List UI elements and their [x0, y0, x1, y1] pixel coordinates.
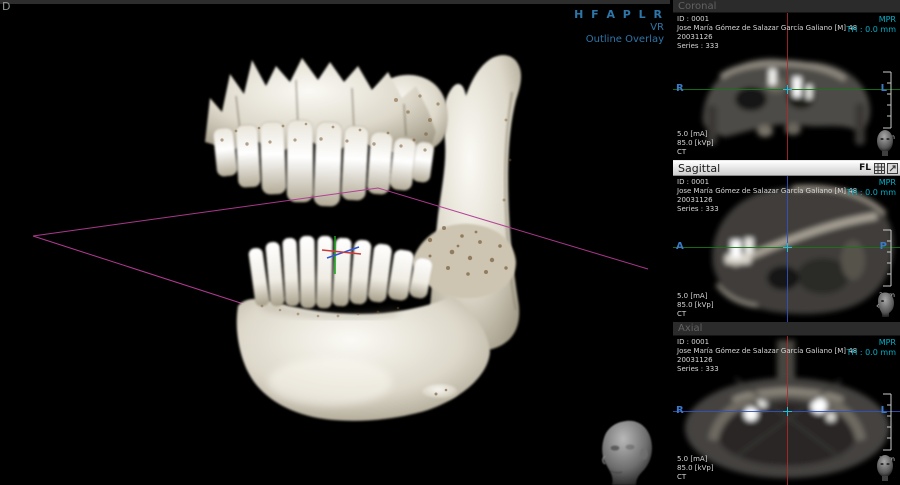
patient-info-block: ID : 0001 Jose María Gómez de Salazar Ga… — [677, 15, 857, 51]
ruler-icon — [881, 71, 895, 129]
3d-viewport[interactable]: D — [0, 0, 670, 485]
tube-voltage: 85.0 [kVp] — [677, 139, 714, 148]
render-mode-label: VR — [574, 22, 664, 33]
patient-info-block: ID : 0001 Jose María Gómez de Salazar Ga… — [677, 338, 857, 374]
slice-thickness-label: TH : 0.0 mm — [846, 188, 896, 198]
panel-title: Axial — [678, 323, 702, 334]
acquisition-info-block: 5.0 [mA] 85.0 [kVp] CT — [677, 455, 714, 482]
crosshair-center-icon[interactable] — [787, 243, 788, 252]
mpr-info-block: MPR TH : 0.0 mm — [846, 15, 896, 35]
study-date: 20031126 — [677, 356, 857, 365]
panel-axial: Axial — [673, 322, 900, 485]
patient-id: ID : 0001 — [677, 178, 857, 187]
sagittal-view[interactable]: ID : 0001 Jose María Gómez de Salazar Ga… — [673, 176, 900, 322]
outline-overlay-toggle[interactable]: Outline Overlay — [574, 34, 664, 45]
series-number: Series : 333 — [677, 365, 857, 374]
patient-name: Jose María Gómez de Salazar García Galia… — [677, 187, 857, 196]
patient-id: ID : 0001 — [677, 15, 857, 24]
expand-icon[interactable] — [887, 163, 898, 174]
panel-header-tools: FL — [858, 163, 900, 174]
orientation-marker-right: R — [676, 83, 684, 94]
mpr-mode-label: MPR — [846, 178, 896, 188]
application-window: D — [0, 0, 900, 485]
mpr-panel-column: Coronal — [673, 0, 900, 485]
panel-sagittal: Sagittal FL — [673, 160, 900, 322]
tube-voltage: 85.0 [kVp] — [677, 301, 714, 310]
acquisition-info-block: 5.0 [mA] 85.0 [kVp] CT — [677, 130, 714, 157]
modality-label: CT — [677, 473, 714, 482]
orientation-head-icon — [590, 417, 662, 485]
tube-current: 5.0 [mA] — [677, 292, 714, 301]
head-orientation-icon — [873, 128, 897, 158]
axial-view[interactable]: ID : 0001 Jose María Gómez de Salazar Ga… — [673, 336, 900, 485]
panel-title: Coronal — [678, 1, 716, 12]
coronal-view[interactable]: ID : 0001 Jose María Gómez de Salazar Ga… — [673, 13, 900, 160]
study-date: 20031126 — [677, 196, 857, 205]
slice-thickness-label: TH : 0.0 mm — [846, 25, 896, 35]
ruler-icon — [881, 229, 895, 287]
head-orientation-icon — [873, 290, 897, 320]
tube-current: 5.0 [mA] — [677, 130, 714, 139]
patient-id: ID : 0001 — [677, 338, 857, 347]
head-orientation-icon — [873, 453, 897, 483]
orientation-marker-right: R — [676, 405, 684, 416]
3d-volume-render[interactable] — [0, 0, 670, 485]
mpr-mode-label: MPR — [846, 338, 896, 348]
scale-ruler: 3 cm — [877, 229, 895, 299]
panel-header-sagittal[interactable]: Sagittal FL — [673, 160, 900, 176]
slice-thickness-label: TH : 0.0 mm — [846, 348, 896, 358]
panel-header-axial[interactable]: Axial — [673, 322, 900, 336]
acquisition-info-block: 5.0 [mA] 85.0 [kVp] CT — [677, 292, 714, 319]
modality-label: CT — [677, 148, 714, 157]
crosshair-center-icon[interactable] — [787, 85, 788, 94]
ruler-icon — [881, 393, 895, 451]
mpr-info-block: MPR TH : 0.0 mm — [846, 178, 896, 198]
panel-title: Sagittal — [678, 162, 720, 175]
viewport-overlay-labels: H F A P L R VR Outline Overlay — [574, 8, 664, 45]
crosshair-center-icon[interactable] — [787, 407, 788, 416]
panel-coronal: Coronal — [673, 0, 900, 160]
tube-current: 5.0 [mA] — [677, 455, 714, 464]
orientation-marker-anterior: A — [676, 241, 684, 252]
tube-voltage: 85.0 [kVp] — [677, 464, 714, 473]
panel-header-coronal[interactable]: Coronal — [673, 0, 900, 13]
mpr-mode-label: MPR — [846, 15, 896, 25]
patient-info-block: ID : 0001 Jose María Gómez de Salazar Ga… — [677, 178, 857, 214]
study-date: 20031126 — [677, 33, 857, 42]
patient-name: Jose María Gómez de Salazar García Galia… — [677, 24, 857, 33]
series-number: Series : 333 — [677, 205, 857, 214]
modality-label: CT — [677, 310, 714, 319]
mpr-info-block: MPR TH : 0.0 mm — [846, 338, 896, 358]
orientation-label: H F A P L R — [574, 8, 664, 21]
grid-layout-icon[interactable] — [874, 163, 885, 174]
series-number: Series : 333 — [677, 42, 857, 51]
fl-button[interactable]: FL — [858, 163, 872, 174]
patient-name: Jose María Gómez de Salazar García Galia… — [677, 347, 857, 356]
